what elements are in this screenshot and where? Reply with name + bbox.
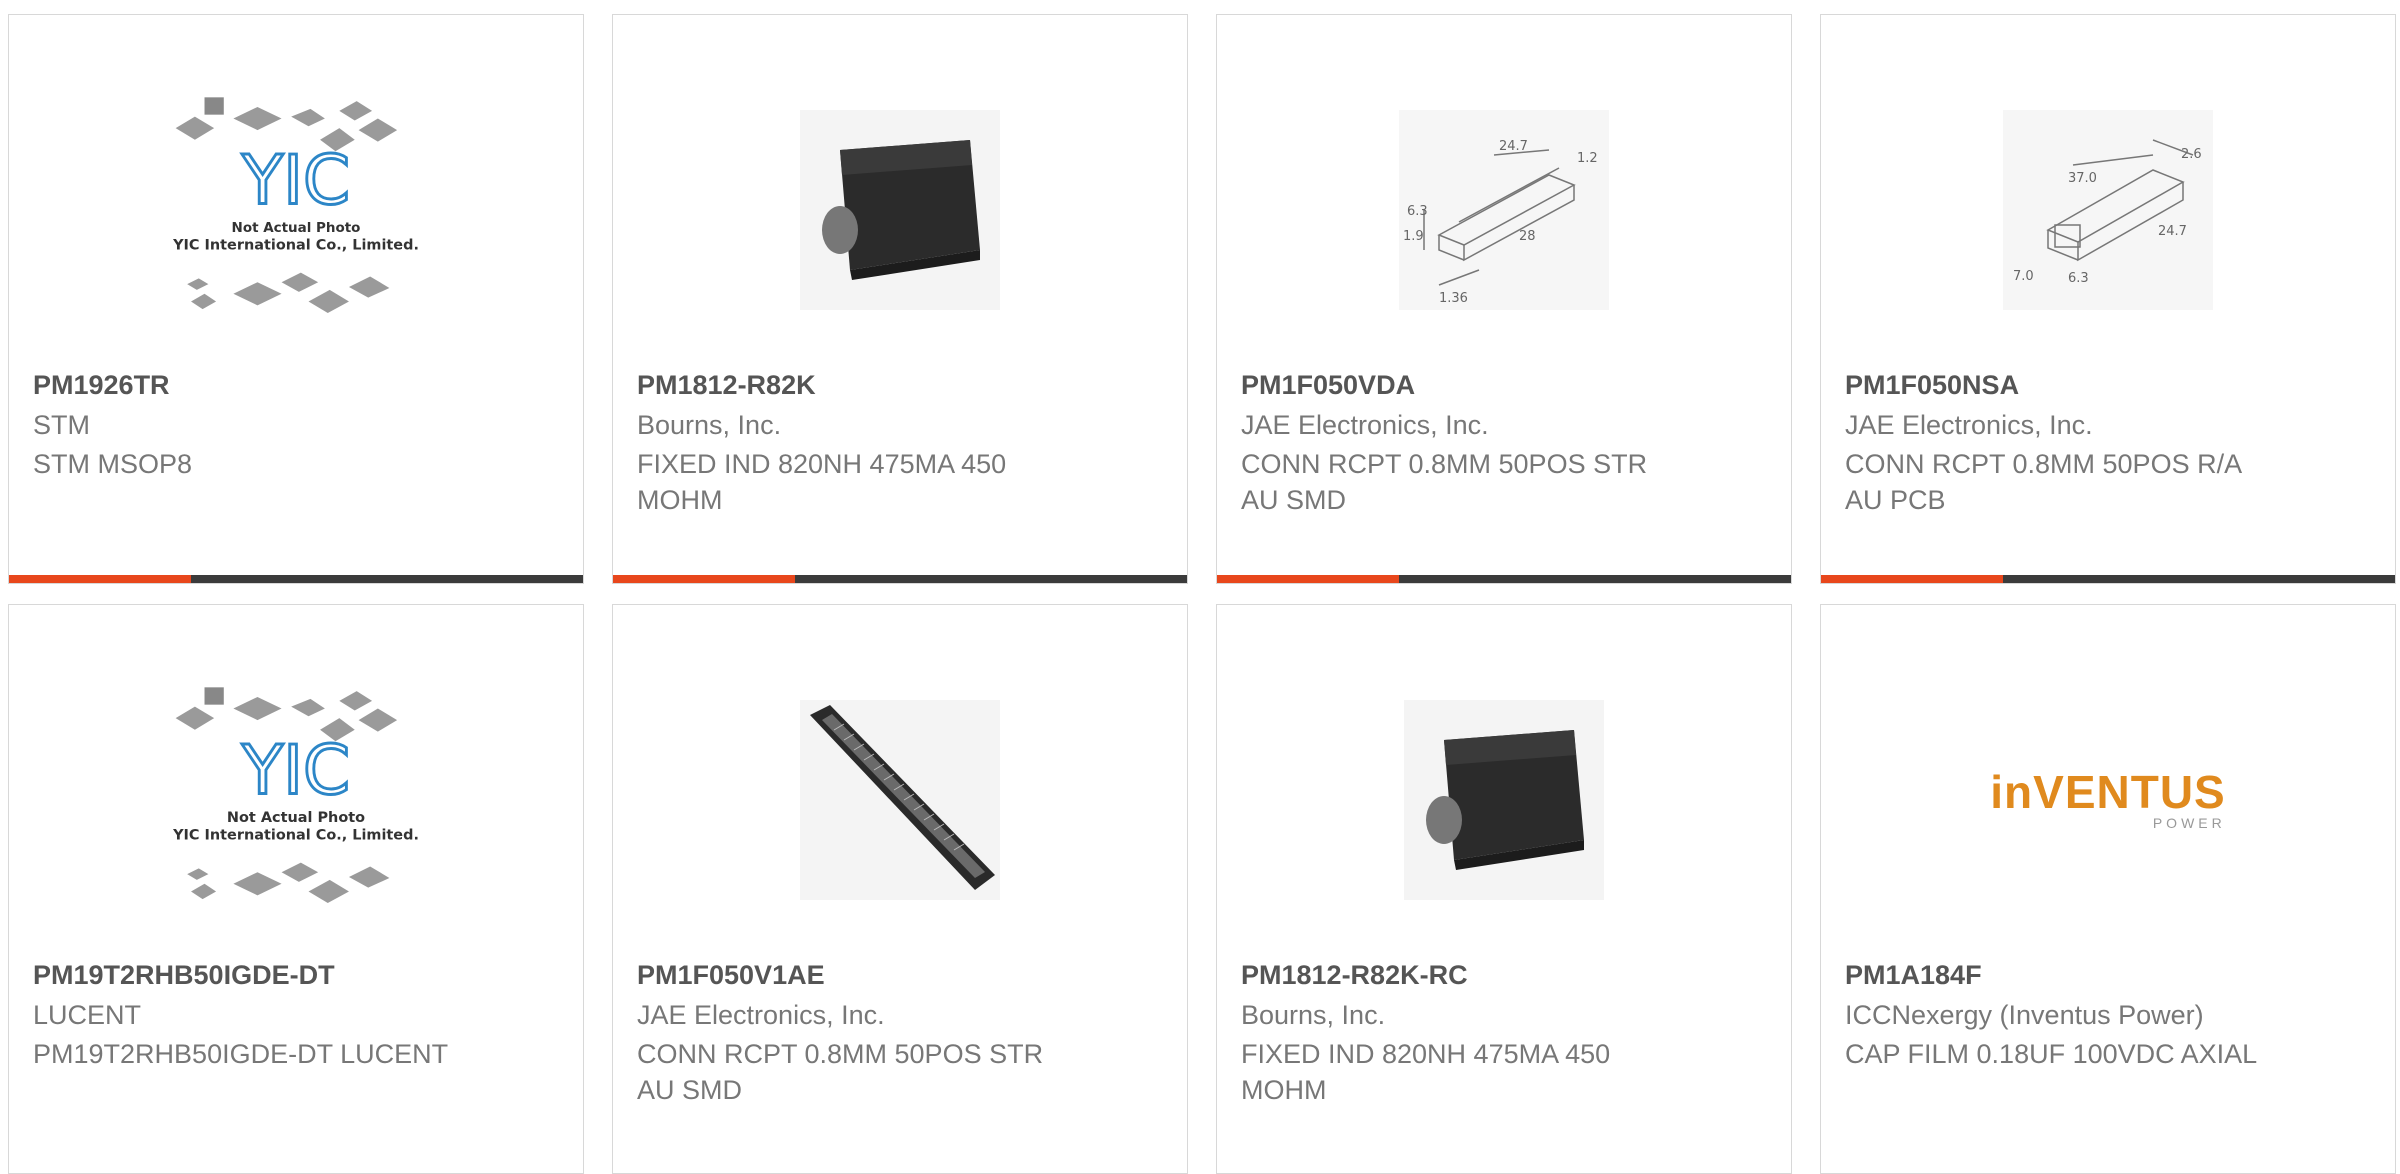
manufacturer: LUCENT: [33, 1000, 142, 1030]
part-number[interactable]: PM19T2RHB50IGDE-DT: [33, 960, 335, 991]
manufacturer: JAE Electronics, Inc.: [1241, 410, 1489, 440]
product-card-pm19t2rhb50igde-dt[interactable]: YIC Not Actual Photo YIC International C…: [8, 604, 584, 1174]
inductor-photo: [770, 75, 1030, 345]
inductor-photo: [1374, 665, 1634, 935]
card-accent: [1217, 575, 1399, 583]
product-card-pm1a184f[interactable]: inVENTUS POWER PM1A184F ICCNexergy (Inve…: [1820, 604, 2396, 1174]
svg-text:28: 28: [1519, 229, 1536, 244]
description: FIXED IND 820NH 475MA 450 MOHM: [1241, 1039, 1611, 1105]
yic-placeholder-icon: YIC Not Actual Photo YIC International C…: [166, 665, 426, 935]
product-card-pm1812-r82k-rc[interactable]: PM1812-R82K-RC Bourns, Inc. FIXED IND 82…: [1216, 604, 1792, 1174]
product-card-pm1f050vda[interactable]: 24.7 1.2 6.3 1.9 28 1.36 PM1F050VDA JAE …: [1216, 14, 1792, 584]
part-number[interactable]: PM1812-R82K: [637, 370, 816, 401]
svg-text:Not Actual Photo: Not Actual Photo: [232, 220, 361, 236]
yic-placeholder-icon: YIC Not Actual Photo YIC International C…: [166, 75, 426, 345]
svg-text:37.0: 37.0: [2068, 171, 2097, 186]
inventus-logo: inVENTUS POWER: [1990, 766, 2226, 831]
connector-drawing-icon: 24.7 1.2 6.3 1.9 28 1.36: [1374, 75, 1634, 345]
svg-text:YIC International Co., Limited: YIC International Co., Limited.: [172, 827, 419, 843]
svg-text:2.6: 2.6: [2181, 147, 2202, 162]
product-card-pm1926tr[interactable]: YIC Not Actual Photo YIC International C…: [8, 14, 584, 584]
svg-text:24.7: 24.7: [2158, 224, 2187, 239]
svg-text:24.7: 24.7: [1499, 139, 1528, 154]
description: CONN RCPT 0.8MM 50POS STR AU SMD: [1241, 449, 1648, 515]
part-number[interactable]: PM1812-R82K-RC: [1241, 960, 1468, 991]
card-accent: [613, 575, 795, 583]
product-card-pm1812-r82k[interactable]: PM1812-R82K Bourns, Inc. FIXED IND 820NH…: [612, 14, 1188, 584]
svg-text:YIC: YIC: [241, 140, 350, 219]
card-bottom-bar: [1821, 575, 2395, 583]
card-bottom-bar: [1217, 575, 1791, 583]
card-bottom-bar: [613, 575, 1187, 583]
description: CAP FILM 0.18UF 100VDC AXIAL: [1845, 1039, 2258, 1069]
svg-text:6.3: 6.3: [1407, 204, 1428, 219]
svg-text:6.3: 6.3: [2068, 271, 2089, 286]
description: STM MSOP8: [33, 449, 193, 479]
card-accent: [1821, 575, 2003, 583]
svg-text:YIC International Co., Limited: YIC International Co., Limited.: [172, 237, 419, 253]
card-bottom-bar: [9, 575, 583, 583]
product-card-pm1f050v1ae[interactable]: PM1F050V1AE JAE Electronics, Inc. CONN R…: [612, 604, 1188, 1174]
manufacturer: JAE Electronics, Inc.: [1845, 410, 2093, 440]
description: FIXED IND 820NH 475MA 450 MOHM: [637, 449, 1007, 515]
manufacturer: Bourns, Inc.: [1241, 1000, 1386, 1030]
part-number[interactable]: PM1926TR: [33, 370, 170, 401]
svg-text:Not Actual Photo: Not Actual Photo: [227, 810, 365, 826]
part-number[interactable]: PM1F050V1AE: [637, 960, 825, 991]
connector-drawing-icon: 37.0 2.6 24.7 7.0 6.3: [1978, 75, 2238, 345]
manufacturer: STM: [33, 410, 90, 440]
manufacturer: ICCNexergy (Inventus Power): [1845, 1000, 2204, 1030]
svg-text:1.9: 1.9: [1403, 229, 1424, 244]
description: PM19T2RHB50IGDE-DT LUCENT: [33, 1039, 449, 1069]
part-number[interactable]: PM1A184F: [1845, 960, 1982, 991]
svg-text:7.0: 7.0: [2013, 269, 2034, 284]
svg-text:1.2: 1.2: [1577, 151, 1598, 166]
svg-text:YIC: YIC: [241, 730, 350, 809]
connector-photo: [770, 665, 1030, 935]
card-accent: [9, 575, 191, 583]
part-number[interactable]: PM1F050NSA: [1845, 370, 2019, 401]
description: CONN RCPT 0.8MM 50POS R/A AU PCB: [1845, 449, 2241, 515]
manufacturer: Bourns, Inc.: [637, 410, 782, 440]
part-number[interactable]: PM1F050VDA: [1241, 370, 1415, 401]
description: CONN RCPT 0.8MM 50POS STR AU SMD: [637, 1039, 1044, 1105]
svg-text:1.36: 1.36: [1439, 291, 1468, 306]
product-card-pm1f050nsa[interactable]: 37.0 2.6 24.7 7.0 6.3 PM1F050NSA JAE Ele…: [1820, 14, 2396, 584]
manufacturer: JAE Electronics, Inc.: [637, 1000, 885, 1030]
